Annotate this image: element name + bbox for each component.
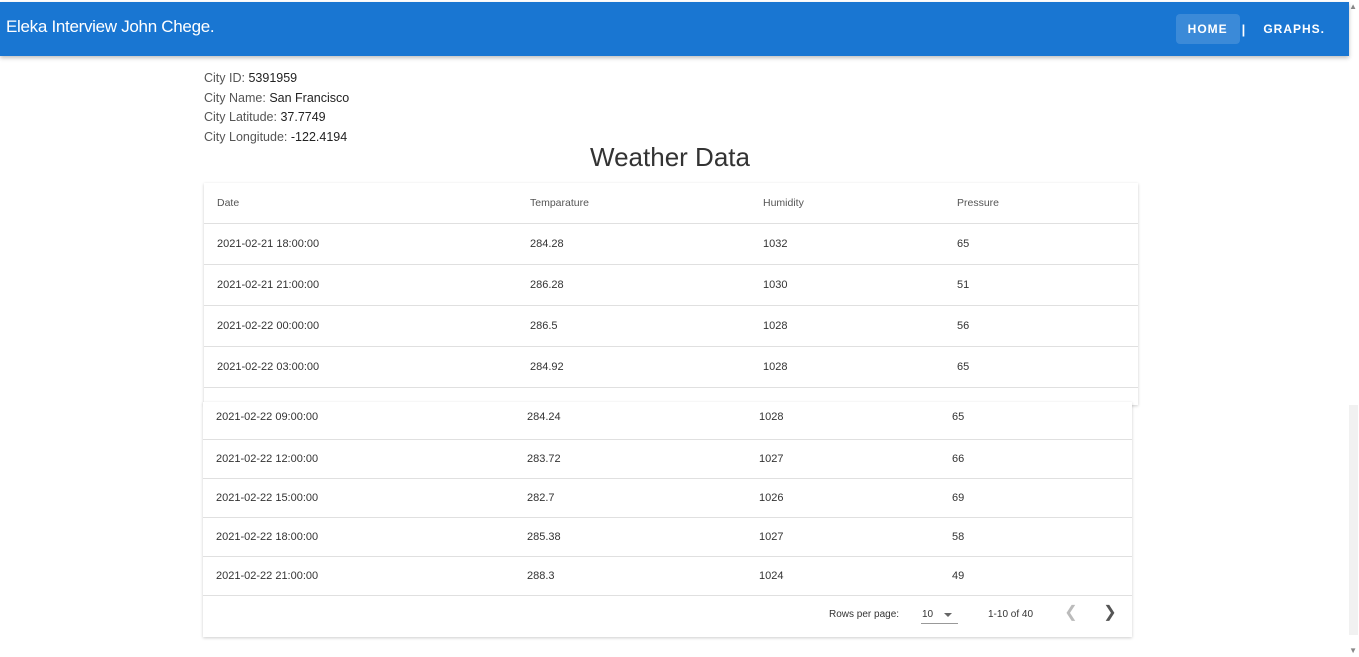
pagination-range: 1-10 of 40 xyxy=(988,609,1034,620)
header-date[interactable]: Date xyxy=(217,183,239,223)
cell-pressure: 65 xyxy=(957,361,970,373)
table-pagination: Rows per page: 10 1-10 of 40 ❮ ❯ xyxy=(203,590,1132,637)
cell-humidity: 1027 xyxy=(759,531,784,543)
cell-temperature: 284.92 xyxy=(530,361,564,373)
header-humidity[interactable]: Humidity xyxy=(763,183,804,223)
cell-humidity: 1028 xyxy=(759,411,784,423)
cell-pressure: 65 xyxy=(952,411,965,423)
cell-humidity: 1030 xyxy=(763,279,788,291)
cell-temperature: 282.7 xyxy=(527,492,555,504)
cell-temperature: 286.28 xyxy=(530,279,564,291)
table-row[interactable]: 2021-02-22 12:00:00 283.72 1027 66 xyxy=(203,440,1132,479)
cell-humidity: 1026 xyxy=(759,492,784,504)
table-row[interactable]: 2021-02-22 18:00:00 285.38 1027 58 xyxy=(203,518,1132,557)
vertical-scrollbar[interactable]: ▲ ▼ xyxy=(1349,0,1359,657)
app-bar: Eleka Interview John Chege. HOME | GRAPH… xyxy=(0,2,1349,56)
cell-humidity: 1028 xyxy=(763,320,788,332)
header-pressure[interactable]: Pressure xyxy=(957,183,999,223)
city-latitude-label: City Latitude: xyxy=(204,110,277,124)
cell-temperature: 286.5 xyxy=(530,320,558,332)
cell-temperature: 284.28 xyxy=(530,238,564,250)
cell-date: 2021-02-22 15:00:00 xyxy=(216,492,319,504)
city-id-line: City ID: 5391959 xyxy=(204,69,349,89)
chevron-left-icon[interactable]: ❮ xyxy=(1059,601,1083,625)
nav-bar: HOME | GRAPHS. xyxy=(1175,14,1337,44)
scrollbar-thumb[interactable] xyxy=(1349,405,1358,635)
rows-per-page-value: 10 xyxy=(922,609,934,620)
home-button[interactable]: HOME xyxy=(1175,14,1240,44)
cell-date: 2021-02-22 12:00:00 xyxy=(216,453,319,465)
table-header-row: Date Temparature Humidity Pressure xyxy=(204,183,1138,224)
table-row[interactable]: 2021-02-22 00:00:00 286.5 1028 56 xyxy=(204,306,1138,347)
city-id-value: 5391959 xyxy=(248,71,298,85)
city-latitude-value: 37.7749 xyxy=(280,110,326,124)
cell-date: 2021-02-22 09:00:00 xyxy=(216,411,319,423)
cell-date: 2021-02-21 21:00:00 xyxy=(217,279,320,291)
rows-per-page-label: Rows per page: xyxy=(829,609,900,620)
cell-date: 2021-02-22 03:00:00 xyxy=(217,361,320,373)
cell-pressure: 51 xyxy=(957,279,970,291)
cell-pressure: 58 xyxy=(952,531,965,543)
weather-table-top: Date Temparature Humidity Pressure 2021-… xyxy=(204,183,1138,405)
cell-humidity: 1032 xyxy=(763,238,788,250)
rows-per-page-select[interactable]: 10 xyxy=(921,603,958,624)
cell-pressure: 65 xyxy=(957,238,970,250)
cell-pressure: 69 xyxy=(952,492,965,504)
graphs-button[interactable]: GRAPHS. xyxy=(1251,14,1337,44)
nav-separator: | xyxy=(1241,21,1246,37)
table-row[interactable]: 2021-02-22 03:00:00 284.92 1028 65 xyxy=(204,347,1138,388)
city-name-label: City Name: xyxy=(204,90,266,105)
table-row[interactable]: 2021-02-21 18:00:00 284.28 1032 65 xyxy=(204,224,1138,265)
city-info: City ID: 5391959 City Name: San Francisc… xyxy=(204,69,349,147)
cell-pressure: 56 xyxy=(957,320,970,332)
scroll-up-arrow-icon[interactable]: ▲ xyxy=(1349,2,1357,11)
cell-temperature: 284.24 xyxy=(527,411,561,423)
cell-pressure: 66 xyxy=(952,453,965,465)
table-title: Weather Data xyxy=(590,142,750,172)
cell-date: 2021-02-22 18:00:00 xyxy=(216,531,319,543)
app-title: Eleka Interview John Chege. xyxy=(6,17,215,36)
cell-date: 2021-02-22 00:00:00 xyxy=(217,320,320,332)
city-name-line: City Name: San Francisco xyxy=(204,89,349,109)
scroll-down-arrow-icon[interactable]: ▼ xyxy=(1349,646,1357,655)
page: Eleka Interview John Chege. HOME | GRAPH… xyxy=(0,0,1359,657)
weather-table-bottom: 2021-02-22 09:00:00 284.24 1028 65 2021-… xyxy=(203,402,1132,637)
city-name-value: San Francisco xyxy=(269,90,350,105)
header-temperature[interactable]: Temparature xyxy=(530,183,589,223)
cell-humidity: 1028 xyxy=(763,361,788,373)
table-row[interactable]: 2021-02-21 21:00:00 286.28 1030 51 xyxy=(204,265,1138,306)
caret-down-icon xyxy=(944,613,952,617)
cell-date: 2021-02-21 18:00:00 xyxy=(217,238,320,250)
city-latitude-line: City Latitude: 37.7749 xyxy=(204,108,349,128)
cell-temperature: 283.72 xyxy=(527,453,561,465)
table-row[interactable]: 2021-02-22 09:00:00 284.24 1028 65 xyxy=(203,402,1132,440)
cell-temperature: 285.38 xyxy=(527,531,561,543)
chevron-right-icon[interactable]: ❯ xyxy=(1098,601,1122,625)
city-id-label: City ID: xyxy=(204,71,245,85)
cell-humidity: 1027 xyxy=(759,453,784,465)
table-row[interactable]: 2021-02-22 15:00:00 282.7 1026 69 xyxy=(203,479,1132,518)
